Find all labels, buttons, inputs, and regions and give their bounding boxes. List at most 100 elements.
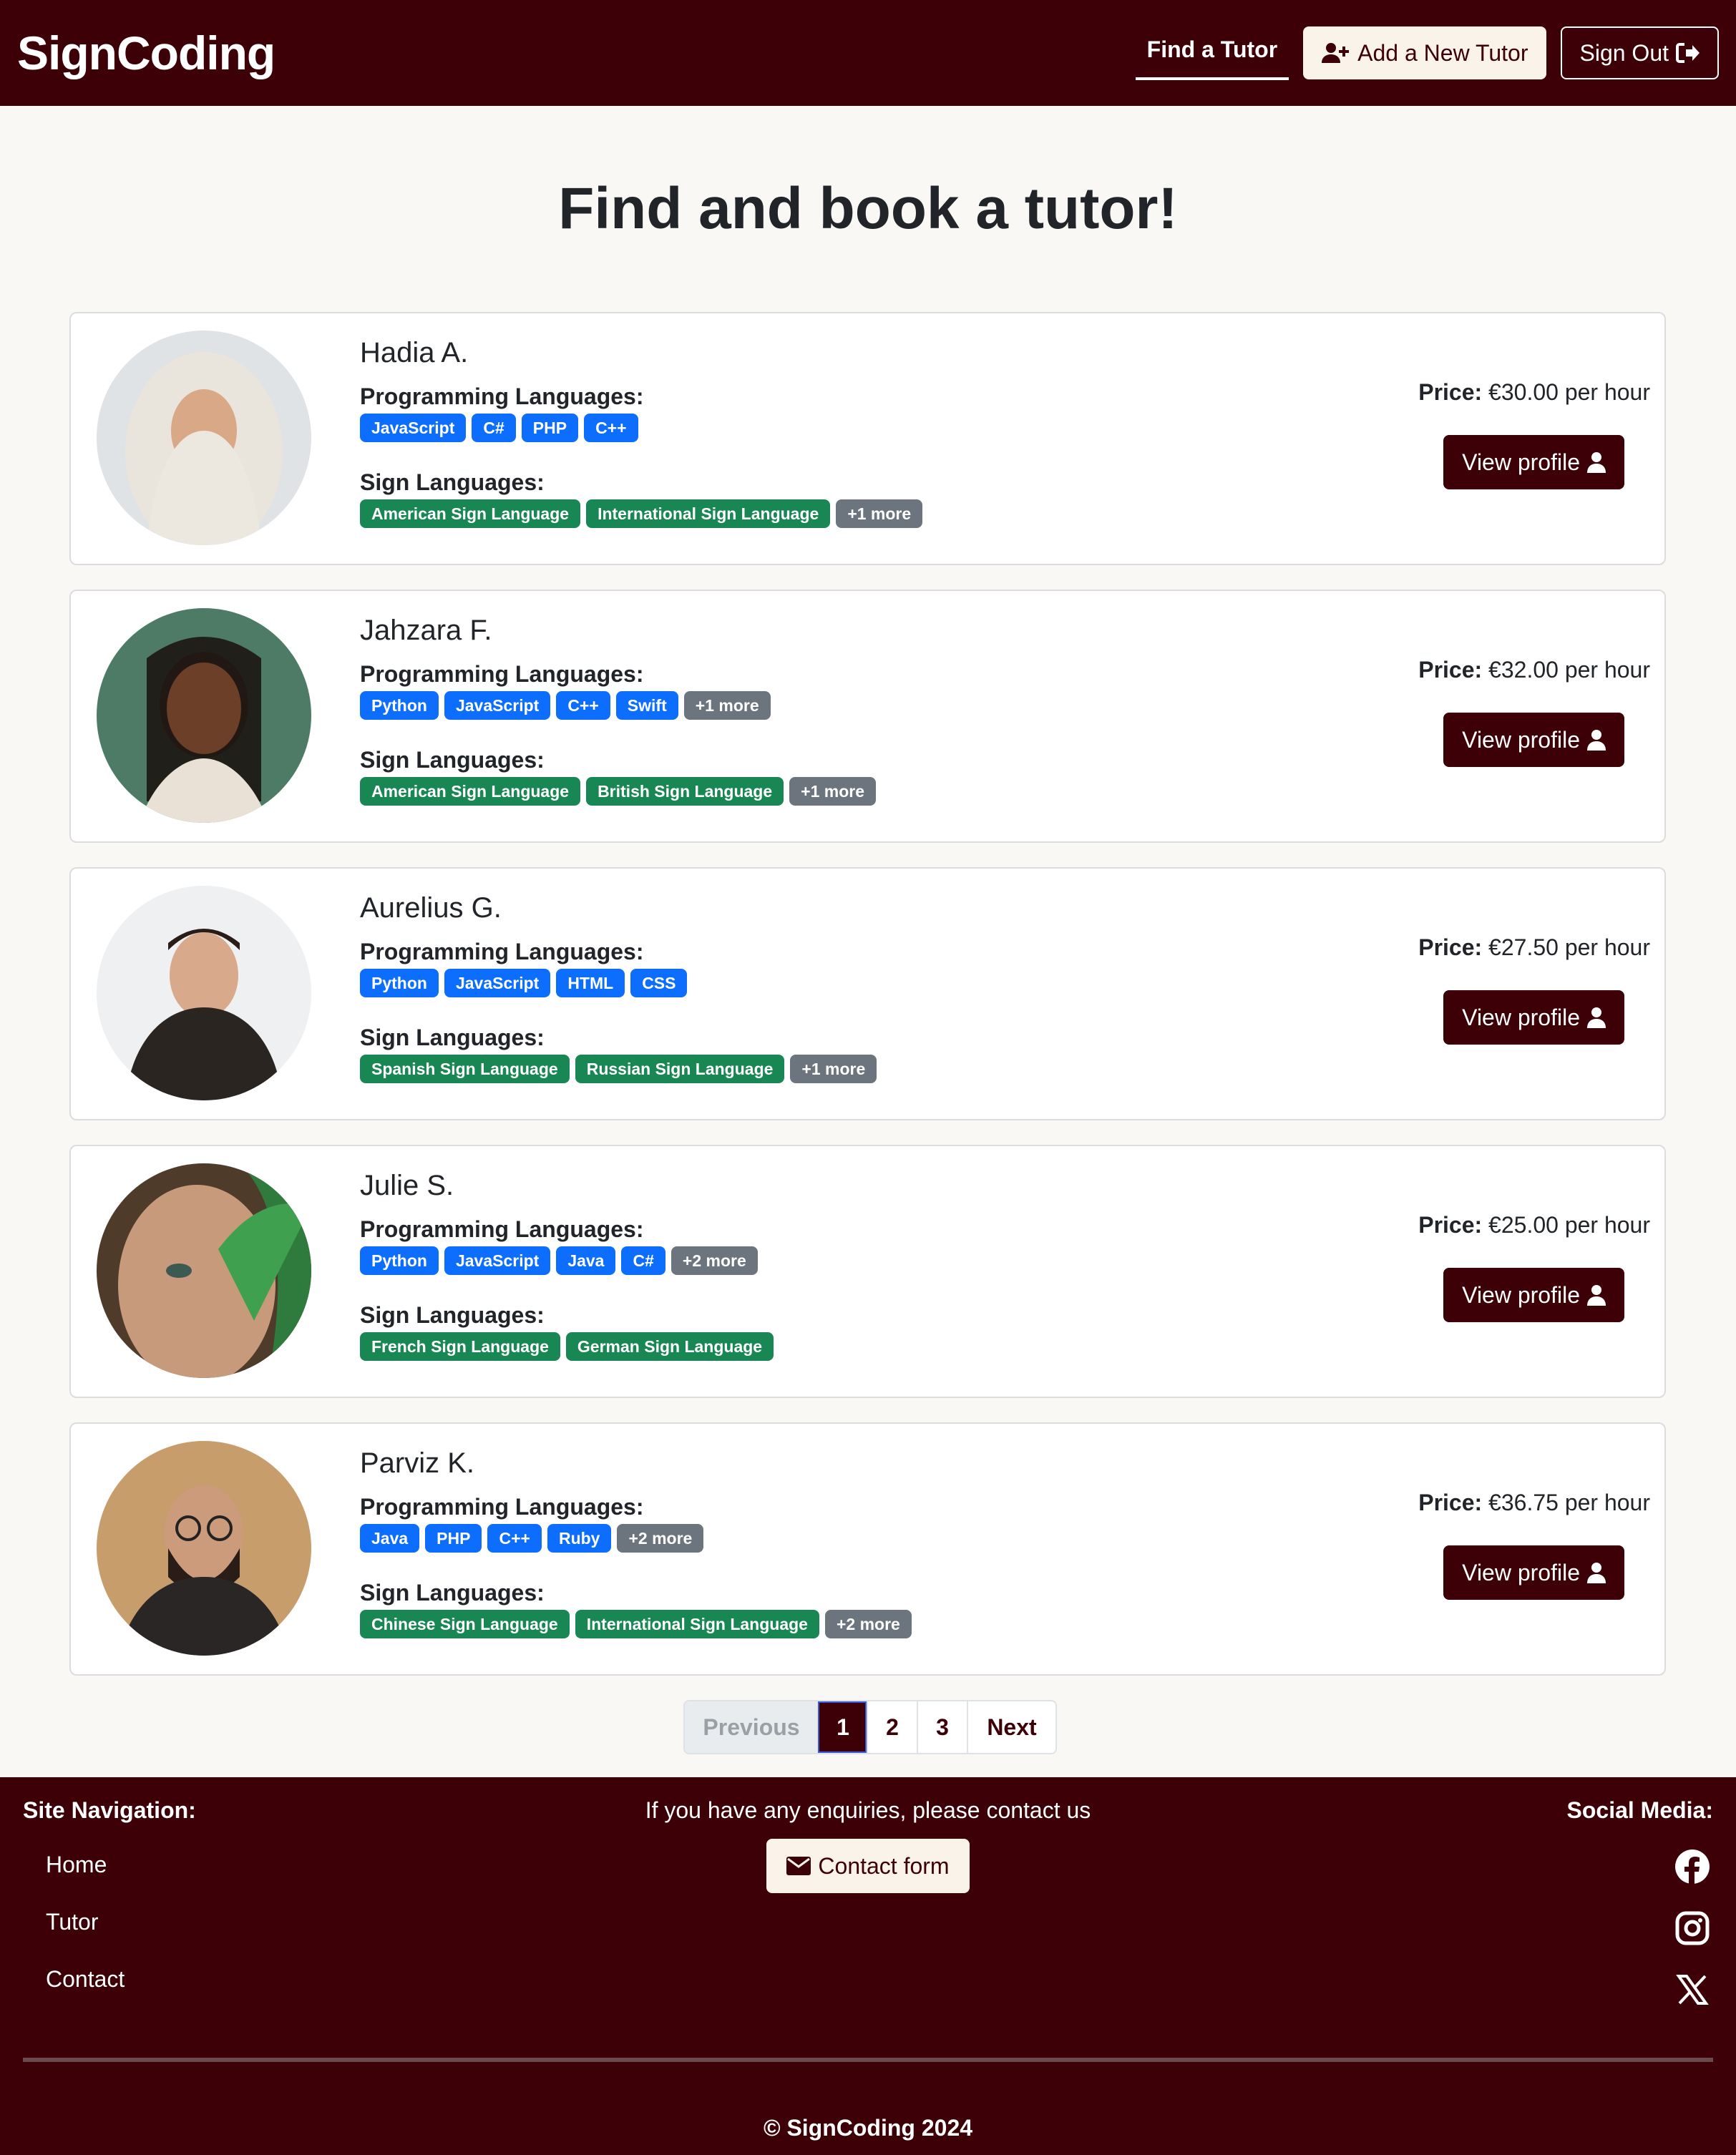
more-badge: +1 more bbox=[789, 777, 876, 806]
pagination-page-1[interactable]: 1 bbox=[818, 1701, 867, 1753]
pagination-previous[interactable]: Previous bbox=[685, 1701, 818, 1753]
sign-label: Sign Languages: bbox=[360, 1025, 545, 1050]
programming-badge: PHP bbox=[521, 414, 579, 442]
pagination: Previous 1 2 3 Next bbox=[683, 1700, 1057, 1754]
tutor-card: Parviz K. Programming Languages: Java PHP C+… bbox=[69, 1422, 1666, 1676]
tutor-card: Jahzara F. Programming Languages: Python Ja… bbox=[69, 590, 1666, 843]
view-profile-button[interactable]: View profile bbox=[1443, 713, 1624, 767]
contact-form-button[interactable]: Contact form bbox=[766, 1839, 970, 1893]
sign-badge: German Sign Language bbox=[565, 1332, 774, 1361]
tutor-price: Price: €25.00 per hour bbox=[1418, 1212, 1650, 1238]
footer-enquiry-text: If you have any enquiries, please contac… bbox=[645, 1797, 1091, 1823]
sign-badges: American Sign Language British Sign Langu… bbox=[360, 777, 876, 806]
view-profile-label: View profile bbox=[1462, 1004, 1580, 1030]
sign-out-button[interactable]: Sign Out bbox=[1561, 26, 1719, 79]
programming-badge: Java bbox=[556, 1246, 616, 1275]
tutor-name: Julie S. bbox=[360, 1170, 454, 1201]
facebook-icon[interactable] bbox=[1674, 1849, 1710, 1888]
price-label: Price: bbox=[1418, 1490, 1483, 1515]
footer-link-contact[interactable]: Contact bbox=[46, 1966, 125, 1993]
sign-badge: French Sign Language bbox=[360, 1332, 560, 1361]
programming-badge: C++ bbox=[556, 691, 610, 720]
contact-form-label: Contact form bbox=[818, 1852, 950, 1879]
price-label: Price: bbox=[1418, 934, 1483, 960]
sign-badge: American Sign Language bbox=[360, 499, 581, 528]
more-badge: +1 more bbox=[790, 1055, 877, 1083]
view-profile-button[interactable]: View profile bbox=[1443, 1268, 1624, 1322]
programming-badge: C++ bbox=[584, 414, 638, 442]
programming-label: Programming Languages: bbox=[360, 383, 644, 409]
tutor-card: Julie S. Programming Languages: Python Java… bbox=[69, 1145, 1666, 1398]
view-profile-button[interactable]: View profile bbox=[1443, 990, 1624, 1045]
tutor-price: Price: €30.00 per hour bbox=[1418, 379, 1650, 406]
programming-badge: HTML bbox=[556, 969, 625, 997]
programming-badge: Swift bbox=[615, 691, 678, 720]
sign-badges: Spanish Sign Language Russian Sign Langua… bbox=[360, 1055, 877, 1083]
programming-label: Programming Languages: bbox=[360, 1494, 644, 1520]
programming-badge: PHP bbox=[425, 1524, 482, 1553]
tutor-card: Aurelius G. Programming Languages: Python J… bbox=[69, 867, 1666, 1120]
sign-badge: International Sign Language bbox=[586, 499, 831, 528]
sign-badges: Chinese Sign Language International Sign … bbox=[360, 1610, 912, 1638]
user-icon bbox=[1587, 1562, 1606, 1583]
programming-badges: Python JavaScript Java C# +2 more bbox=[360, 1246, 774, 1275]
more-badge: +2 more bbox=[824, 1610, 912, 1638]
tutor-avatar bbox=[97, 331, 311, 545]
footer-link-tutor[interactable]: Tutor bbox=[46, 1909, 99, 1935]
programming-badge: Ruby bbox=[547, 1524, 612, 1553]
view-profile-button[interactable]: View profile bbox=[1443, 435, 1624, 489]
programming-badge: JavaScript bbox=[360, 414, 467, 442]
pagination-page-3[interactable]: 3 bbox=[917, 1701, 967, 1753]
pagination-page-2[interactable]: 2 bbox=[867, 1701, 917, 1753]
programming-badge: Python bbox=[360, 969, 439, 997]
user-icon bbox=[1587, 729, 1606, 751]
nav-find-tutor[interactable]: Find a Tutor bbox=[1135, 26, 1289, 80]
view-profile-button[interactable]: View profile bbox=[1443, 1545, 1624, 1600]
pagination-next[interactable]: Next bbox=[967, 1701, 1055, 1753]
price-value: €25.00 per hour bbox=[1488, 1212, 1650, 1238]
instagram-icon[interactable] bbox=[1674, 1910, 1710, 1950]
tutor-price: Price: €27.50 per hour bbox=[1418, 934, 1650, 961]
programming-label: Programming Languages: bbox=[360, 1216, 644, 1242]
sign-badge: International Sign Language bbox=[575, 1610, 819, 1638]
user-icon bbox=[1587, 451, 1606, 473]
footer-social-title: Social Media: bbox=[1566, 1797, 1714, 1823]
sign-badge: British Sign Language bbox=[586, 777, 784, 806]
price-label: Price: bbox=[1418, 657, 1483, 683]
sign-badge: American Sign Language bbox=[360, 777, 581, 806]
tutor-name: Parviz K. bbox=[360, 1447, 475, 1479]
add-tutor-button[interactable]: Add a New Tutor bbox=[1303, 26, 1547, 79]
tutor-info: Parviz K. Programming Languages: Java PHP C+… bbox=[360, 1445, 912, 1663]
programming-badges: Python JavaScript HTML CSS bbox=[360, 969, 877, 997]
programming-badge: CSS bbox=[630, 969, 688, 997]
add-tutor-label: Add a New Tutor bbox=[1357, 39, 1528, 66]
programming-badge: Python bbox=[360, 1246, 439, 1275]
programming-badge: JavaScript bbox=[444, 969, 551, 997]
x-icon[interactable] bbox=[1674, 1972, 1710, 2011]
programming-badge: JavaScript bbox=[444, 691, 551, 720]
user-icon bbox=[1587, 1284, 1606, 1306]
footer-link-home[interactable]: Home bbox=[46, 1852, 107, 1878]
price-value: €32.00 per hour bbox=[1488, 657, 1650, 683]
tutor-info: Julie S. Programming Languages: Python Java… bbox=[360, 1168, 774, 1385]
sign-label: Sign Languages: bbox=[360, 747, 545, 773]
programming-badges: Java PHP C++ Ruby +2 more bbox=[360, 1524, 912, 1553]
view-profile-label: View profile bbox=[1462, 1281, 1580, 1308]
top-navbar: SignCoding Find a Tutor Add a New Tutor … bbox=[0, 0, 1736, 106]
more-badge: +2 more bbox=[617, 1524, 704, 1553]
sign-out-label: Sign Out bbox=[1579, 39, 1669, 66]
price-value: €30.00 per hour bbox=[1488, 379, 1650, 405]
programming-badge: Java bbox=[360, 1524, 420, 1553]
tutor-card: Hadia A. Programming Languages: JavaScript… bbox=[69, 312, 1666, 565]
sign-badge: Russian Sign Language bbox=[575, 1055, 785, 1083]
programming-badge: C# bbox=[472, 414, 516, 442]
view-profile-label: View profile bbox=[1462, 449, 1580, 475]
programming-label: Programming Languages: bbox=[360, 939, 644, 964]
brand-logo[interactable]: SignCoding bbox=[17, 26, 275, 80]
more-badge: +2 more bbox=[670, 1246, 758, 1275]
copyright-text: © SignCoding 2024 bbox=[763, 2115, 973, 2141]
sign-badges: French Sign Language German Sign Language bbox=[360, 1332, 774, 1361]
price-value: €36.75 per hour bbox=[1488, 1490, 1650, 1515]
footer-divider bbox=[23, 2058, 1713, 2062]
programming-badges: JavaScript C# PHP C++ bbox=[360, 414, 922, 442]
